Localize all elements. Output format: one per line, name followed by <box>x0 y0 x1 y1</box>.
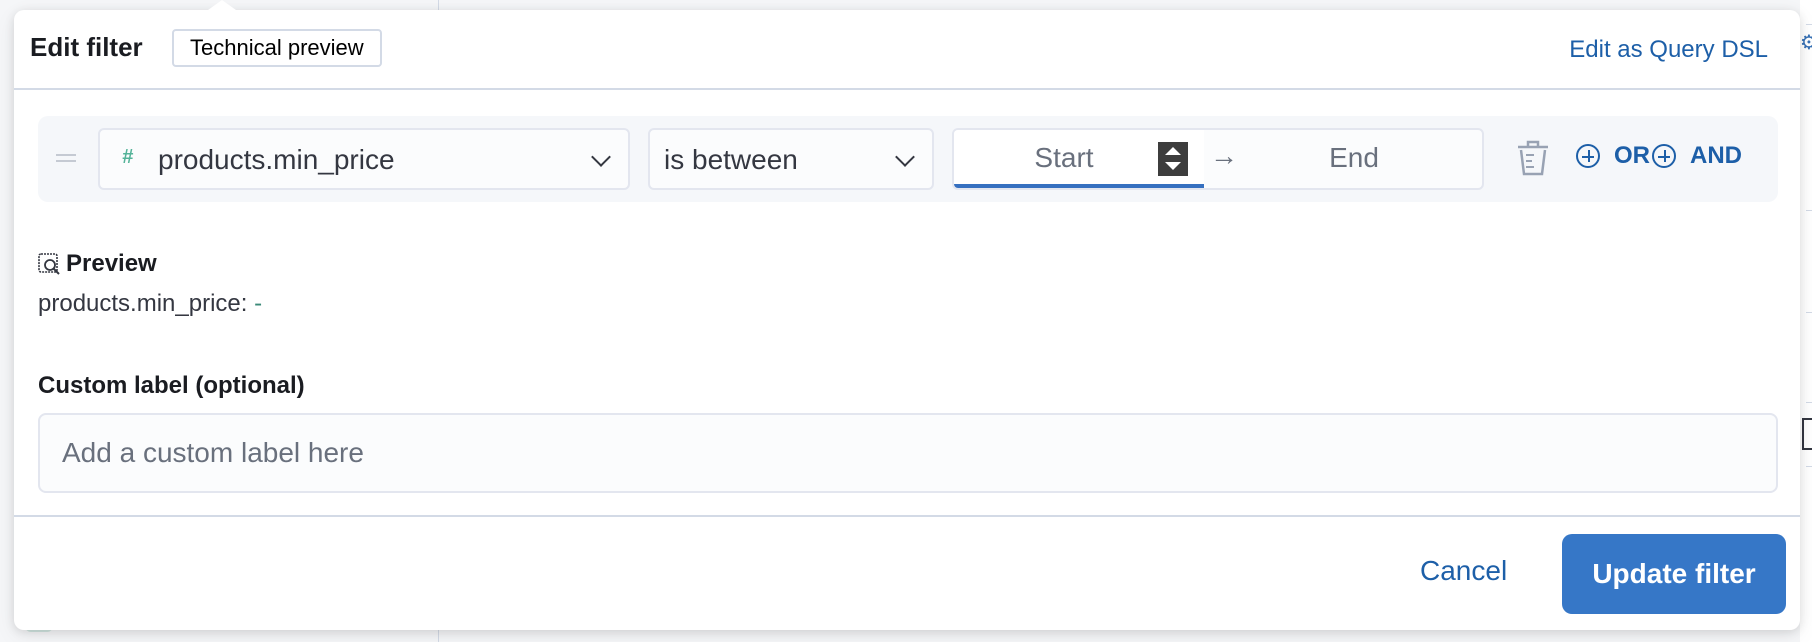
chevron-down-icon <box>591 147 611 167</box>
chevron-down-icon <box>895 147 915 167</box>
background-divider <box>1806 24 1812 25</box>
background-bracket-icon <box>1802 418 1812 450</box>
increment-icon[interactable] <box>1165 147 1181 155</box>
cancel-button[interactable]: Cancel <box>1420 555 1507 587</box>
preview-value: - <box>254 290 263 317</box>
inspect-preview-icon <box>38 253 60 275</box>
custom-label-title: Custom label (optional) <box>38 372 305 399</box>
plus-circle-icon <box>1652 144 1676 168</box>
background-divider <box>1806 402 1812 403</box>
edit-as-query-dsl-link[interactable]: Edit as Query DSL <box>1569 36 1768 64</box>
technical-preview-badge: Technical preview <box>172 29 382 67</box>
preview-title: Preview <box>66 250 157 277</box>
or-label: OR <box>1614 142 1650 169</box>
popover-arrow <box>208 0 236 10</box>
range-start-input[interactable]: Start <box>954 130 1204 188</box>
trash-icon[interactable] <box>1516 140 1550 176</box>
filter-row: # products.min_price is between Start → … <box>38 116 1778 202</box>
preview-heading: Preview <box>38 250 157 278</box>
background-divider <box>1806 210 1812 211</box>
plus-circle-icon <box>1576 144 1600 168</box>
operator-select-value: is between <box>664 144 798 175</box>
dialog-title: Edit filter <box>30 32 143 62</box>
drag-handle-icon[interactable] <box>56 154 76 162</box>
background-divider <box>1806 312 1812 313</box>
range-end-input[interactable]: End <box>1244 142 1464 174</box>
preview-text: products.min_price: - <box>38 290 262 318</box>
add-and-condition-button[interactable]: AND <box>1652 142 1742 170</box>
number-spinner[interactable] <box>1158 142 1188 176</box>
custom-label-input[interactable] <box>38 413 1778 493</box>
operator-select[interactable]: is between <box>648 128 934 190</box>
popover-header: Edit filter Technical preview Edit as Qu… <box>14 10 1800 90</box>
update-filter-button[interactable]: Update filter <box>1562 534 1786 614</box>
background-divider <box>1806 466 1812 467</box>
decrement-icon[interactable] <box>1165 162 1181 170</box>
preview-field: products.min_price: <box>38 290 248 317</box>
edit-filter-popover: Edit filter Technical preview Edit as Qu… <box>14 0 1800 630</box>
field-select[interactable]: # products.min_price <box>98 128 630 190</box>
footer-divider <box>14 515 1800 517</box>
number-hash-icon: # <box>122 146 134 168</box>
range-input: Start → End <box>952 128 1484 190</box>
add-or-condition-button[interactable]: OR <box>1576 142 1650 170</box>
background-panel <box>1800 0 1812 642</box>
range-start-placeholder: Start <box>1034 142 1094 173</box>
arrow-right-icon: → <box>1210 140 1238 171</box>
field-select-value: products.min_price <box>158 144 395 175</box>
background-gear-icon: ⚙ <box>1800 32 1812 54</box>
and-label: AND <box>1690 142 1742 169</box>
